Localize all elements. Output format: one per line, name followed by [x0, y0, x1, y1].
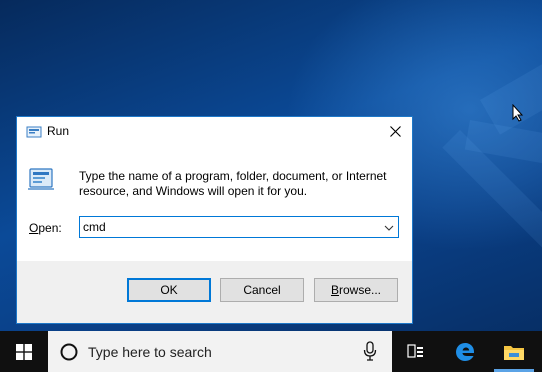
cancel-button[interactable]: Cancel — [220, 278, 304, 302]
start-button[interactable] — [0, 331, 48, 372]
windows-start-icon — [16, 343, 32, 360]
dialog-title: Run — [47, 124, 70, 138]
dialog-body: Type the name of a program, folder, docu… — [17, 145, 412, 261]
file-explorer-icon — [504, 345, 524, 360]
taskbar-search-box[interactable]: Type here to search — [48, 331, 392, 372]
dialog-footer: OK Cancel Browse... — [17, 261, 412, 323]
open-input[interactable] — [83, 219, 373, 235]
edge-icon — [456, 342, 475, 361]
browse-button[interactable]: Browse... — [314, 278, 398, 302]
open-label: Open: — [29, 221, 62, 235]
file-explorer-button[interactable] — [490, 331, 538, 372]
ok-button[interactable]: OK — [127, 278, 211, 302]
open-combobox[interactable] — [79, 216, 399, 238]
run-icon — [26, 125, 42, 143]
task-view-button[interactable] — [392, 331, 440, 372]
search-circle-icon — [60, 343, 78, 366]
mouse-cursor-icon — [512, 103, 524, 127]
run-dialog: Run Type the name of a program, folder, … — [16, 116, 413, 324]
microphone-icon[interactable] — [363, 341, 377, 366]
search-placeholder: Type here to search — [88, 344, 212, 360]
light-ray — [480, 0, 542, 135]
close-icon — [389, 125, 401, 137]
close-button[interactable] — [378, 117, 412, 145]
edge-button[interactable] — [441, 331, 489, 372]
taskbar: Type here to search — [0, 331, 542, 372]
task-view-icon — [407, 343, 423, 358]
dialog-description: Type the name of a program, folder, docu… — [79, 169, 387, 198]
run-program-icon — [27, 167, 55, 196]
chevron-down-icon[interactable] — [384, 221, 394, 239]
title-bar[interactable]: Run — [17, 117, 412, 145]
